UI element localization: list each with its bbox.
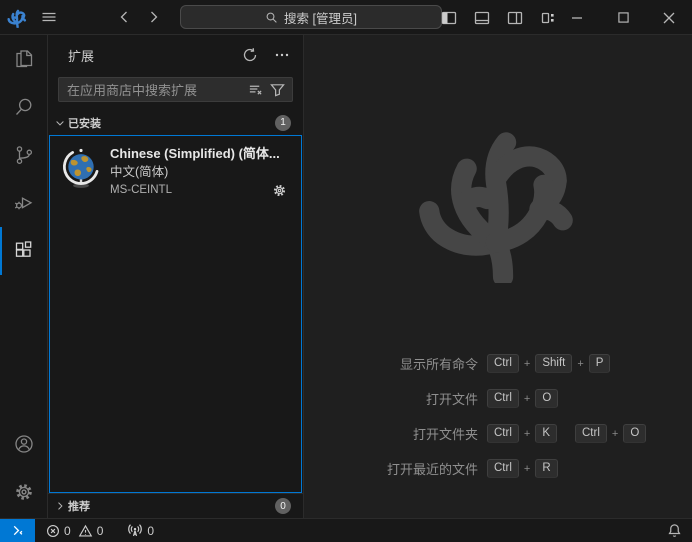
section-recommended-label: 推荐	[68, 498, 90, 514]
close-icon[interactable]	[646, 0, 692, 35]
key-o: O	[535, 389, 558, 408]
extension-publisher: MS-CEINTL	[110, 181, 172, 199]
shortcut-label: 打开最近的文件	[304, 459, 478, 478]
extensions-search-input[interactable]: 在应用商店中搜索扩展	[58, 77, 293, 102]
activity-bar-spacer	[0, 275, 47, 420]
command-center-search[interactable]: 搜索 [管理员]	[180, 5, 442, 29]
extension-description: 中文(简体)	[110, 163, 293, 181]
shortcut-open-folder: 打开文件夹 Ctrl + K Ctrl + O	[304, 423, 692, 444]
shortcut-label: 打开文件	[304, 389, 478, 408]
remote-icon	[10, 523, 25, 538]
shortcut-label: 显示所有命令	[304, 354, 478, 373]
extension-name: Chinese (Simplified) (简体...	[110, 145, 293, 163]
extensions-search-placeholder: 在应用商店中搜索扩展	[67, 80, 242, 99]
more-actions-ellipsis-icon[interactable]	[273, 46, 291, 64]
clear-filter-icon[interactable]	[246, 81, 264, 99]
titlebar: 搜索 [管理员]	[0, 0, 692, 35]
shortcut-open-file: 打开文件 Ctrl + O	[304, 388, 692, 409]
ports-status[interactable]: 0	[121, 519, 160, 542]
plus-separator: +	[524, 463, 530, 475]
manage-extension-gear-icon[interactable]	[272, 183, 287, 198]
extensions-icon	[12, 239, 36, 263]
maximize-icon[interactable]	[600, 0, 646, 35]
key-ctrl: Ctrl	[487, 354, 519, 373]
nav-back-arrow-icon[interactable]	[116, 9, 132, 25]
key-k: K	[535, 424, 557, 443]
account-icon	[12, 432, 36, 456]
extensions-sidebar: 扩展 在应用商店中搜索扩展	[48, 35, 304, 518]
activity-bar	[0, 35, 48, 518]
remote-indicator[interactable]	[0, 519, 35, 542]
section-recommended[interactable]: 推荐 0	[48, 493, 303, 518]
chevron-down-icon	[52, 115, 68, 131]
problems-status[interactable]: 0 0	[40, 519, 109, 542]
sidebar-item-explorer[interactable]	[0, 35, 47, 83]
gear-icon	[12, 480, 36, 504]
files-icon	[12, 47, 36, 71]
error-icon	[46, 524, 60, 538]
key-o: O	[623, 424, 646, 443]
refresh-icon[interactable]	[241, 46, 259, 64]
extension-list-item[interactable]: Chinese (Simplified) (简体... 中文(简体) MS-CE…	[50, 136, 301, 199]
key-ctrl: Ctrl	[575, 424, 607, 443]
section-installed[interactable]: 已安装 1	[48, 110, 303, 135]
git-branch-icon	[12, 143, 36, 167]
plus-separator: +	[524, 428, 530, 440]
key-shift: Shift	[535, 354, 572, 373]
plus-separator: +	[524, 358, 530, 370]
key-ctrl: Ctrl	[487, 459, 519, 478]
keyboard-shortcuts-watermark: 显示所有命令 Ctrl + Shift + P 打开文件 Ctrl + O 打开…	[304, 353, 692, 479]
toggle-secondary-sidebar-icon[interactable]	[506, 9, 524, 27]
plus-separator: +	[612, 428, 618, 440]
sidebar-item-extensions[interactable]	[0, 227, 47, 275]
key-ctrl: Ctrl	[487, 424, 519, 443]
toggle-primary-sidebar-icon[interactable]	[440, 9, 458, 27]
notifications-bell-icon[interactable]	[657, 523, 692, 538]
editor-welcome-area: 显示所有命令 Ctrl + Shift + P 打开文件 Ctrl + O 打开…	[304, 35, 692, 518]
extension-meta: Chinese (Simplified) (简体... 中文(简体) MS-CE…	[110, 145, 293, 199]
warning-count: 0	[97, 524, 104, 538]
sidebar-item-accounts[interactable]	[0, 420, 47, 468]
sidebar-item-search[interactable]	[0, 83, 47, 131]
extensions-list[interactable]: Chinese (Simplified) (简体... 中文(简体) MS-CE…	[49, 135, 302, 493]
debug-icon	[12, 191, 36, 215]
minimize-icon[interactable]	[554, 0, 600, 35]
status-bar: 0 0 0	[0, 518, 692, 542]
error-count: 0	[64, 524, 71, 538]
shortcut-label: 打开文件夹	[304, 424, 478, 443]
sidebar-title: 扩展	[68, 46, 94, 65]
recommended-count-badge: 0	[275, 498, 291, 514]
warning-icon	[78, 524, 93, 538]
plus-separator: +	[577, 358, 583, 370]
filter-icon[interactable]	[268, 81, 286, 99]
command-center-search-label: 搜索 [管理员]	[284, 8, 357, 27]
app-coral-logo-icon	[0, 7, 34, 28]
ports-radio-tower-icon	[127, 523, 143, 538]
key-r: R	[535, 459, 557, 478]
key-p: P	[589, 354, 611, 373]
sidebar-item-source-control[interactable]	[0, 131, 47, 179]
globe-language-pack-icon	[60, 148, 102, 190]
menu-hamburger-icon[interactable]	[34, 9, 64, 25]
sidebar-header: 扩展	[48, 35, 303, 75]
plus-separator: +	[524, 393, 530, 405]
key-ctrl: Ctrl	[487, 389, 519, 408]
toggle-panel-icon[interactable]	[473, 9, 491, 27]
ports-count: 0	[147, 524, 154, 538]
search-icon	[12, 95, 36, 119]
sidebar-item-run-debug[interactable]	[0, 179, 47, 227]
chevron-right-icon	[52, 498, 68, 514]
sidebar-item-settings[interactable]	[0, 468, 47, 516]
installed-count-badge: 1	[275, 115, 291, 131]
nav-forward-arrow-icon[interactable]	[146, 9, 162, 25]
coral-watermark-logo	[407, 111, 589, 283]
shortcut-show-all-commands: 显示所有命令 Ctrl + Shift + P	[304, 353, 692, 374]
section-installed-label: 已安装	[68, 115, 101, 131]
shortcut-open-recent: 打开最近的文件 Ctrl + R	[304, 458, 692, 479]
